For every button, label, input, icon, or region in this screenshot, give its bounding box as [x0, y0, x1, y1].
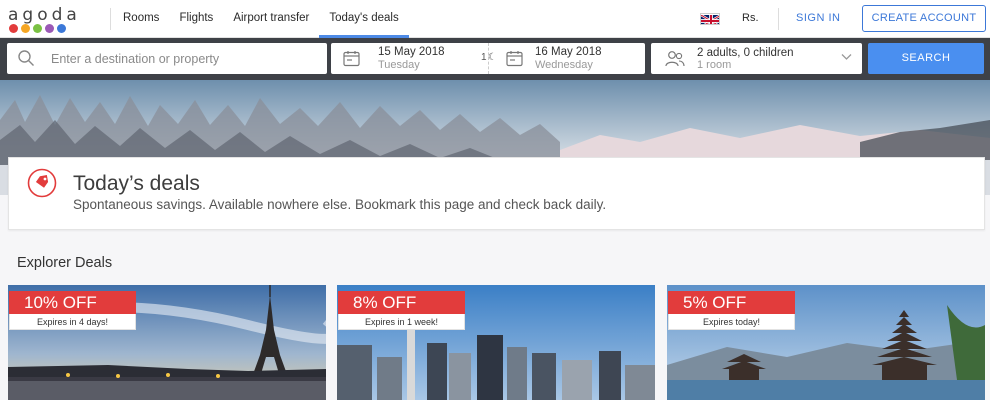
logo-dot [33, 24, 42, 33]
logo-dots [9, 24, 66, 33]
logo-dot [9, 24, 18, 33]
check-out-day: Wednesday [535, 59, 593, 71]
discount-percent: 5% OFF [668, 291, 795, 314]
discount-badge: 10% OFF Expires in 4 days! [9, 291, 136, 330]
destination-box[interactable] [7, 43, 327, 74]
page-title: Today’s deals [73, 172, 200, 195]
logo-text: agoda [8, 5, 81, 25]
discount-badge: 5% OFF Expires today! [668, 291, 795, 330]
logo-dot [45, 24, 54, 33]
uk-flag-icon[interactable] [700, 13, 720, 25]
check-in-day: Tuesday [378, 59, 420, 71]
discount-badge: 8% OFF Expires in 1 week! [338, 291, 465, 330]
top-navigation-bar: agoda Rooms Flights Airport transfer Tod… [0, 0, 990, 38]
destination-input[interactable] [51, 43, 321, 74]
expiry-text: Expires in 4 days! [9, 314, 136, 330]
moon-icon: ☾ [488, 52, 497, 63]
search-icon [18, 50, 34, 66]
create-account-button[interactable]: CREATE ACCOUNT [862, 5, 986, 32]
nav-flights[interactable]: Flights [169, 0, 223, 38]
currency-selector[interactable]: Rs. [742, 12, 759, 24]
deal-card-bali[interactable]: 5% OFF Expires today! [667, 285, 985, 400]
sign-in-link[interactable]: SIGN IN [796, 12, 840, 24]
expiry-text: Expires today! [668, 314, 795, 330]
calendar-icon [506, 51, 523, 67]
discount-percent: 10% OFF [9, 291, 136, 314]
deal-card-paris[interactable]: 10% OFF Expires in 4 days! [8, 285, 326, 400]
logo-dot [21, 24, 30, 33]
search-button[interactable]: SEARCH [868, 43, 984, 74]
explorer-deals-heading: Explorer Deals [17, 255, 113, 271]
nights-count: 1 [481, 52, 487, 63]
expiry-text: Expires in 1 week! [338, 314, 465, 330]
todays-deals-header: Today’s deals Spontaneous savings. Avail… [8, 157, 985, 230]
nav-todays-deals[interactable]: Today's deals [319, 0, 409, 38]
guests-summary: 2 adults, 0 children [697, 47, 794, 59]
divider [778, 8, 779, 30]
date-picker[interactable]: 15 May 2018 Tuesday 1 ☾ 16 May 2018 Wedn… [331, 43, 645, 74]
discount-percent: 8% OFF [338, 291, 465, 314]
page-subtitle: Spontaneous savings. Available nowhere e… [73, 197, 607, 212]
tag-icon [27, 168, 57, 198]
search-bar: 15 May 2018 Tuesday 1 ☾ 16 May 2018 Wedn… [0, 38, 990, 80]
deal-card-seattle[interactable]: 8% OFF Expires in 1 week! [337, 285, 655, 400]
check-out-date[interactable]: 16 May 2018 [535, 46, 602, 58]
rooms-summary: 1 room [697, 59, 732, 71]
guests-selector[interactable]: 2 adults, 0 children 1 room [651, 43, 862, 74]
divider [110, 8, 111, 30]
calendar-icon [343, 51, 360, 67]
main-nav: Rooms Flights Airport transfer Today's d… [113, 0, 409, 38]
guests-icon [665, 51, 685, 67]
check-in-date[interactable]: 15 May 2018 [378, 46, 445, 58]
nav-airport-transfer[interactable]: Airport transfer [223, 0, 319, 38]
agoda-logo[interactable]: agoda [8, 4, 98, 34]
nav-rooms[interactable]: Rooms [113, 0, 169, 38]
chevron-down-icon [841, 54, 852, 60]
logo-dot [57, 24, 66, 33]
